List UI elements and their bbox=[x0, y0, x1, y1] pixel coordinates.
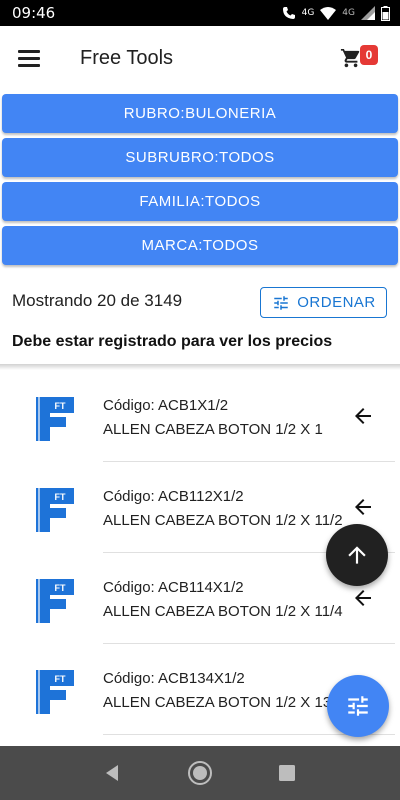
svg-text:FT: FT bbox=[55, 583, 66, 593]
free-tools-logo-icon: FT bbox=[36, 670, 74, 714]
svg-text:FT: FT bbox=[55, 401, 66, 411]
app-bar: Free Tools 0 bbox=[0, 26, 400, 90]
cart-button[interactable]: 0 bbox=[340, 43, 384, 73]
filter-rubro-button[interactable]: RUBRO:BULONERIA bbox=[2, 94, 398, 133]
free-tools-logo-icon: FT bbox=[36, 579, 74, 623]
home-circle-icon[interactable] bbox=[185, 758, 215, 788]
tune-icon bbox=[348, 696, 368, 716]
list-item[interactable]: FT Código: ACB1X1/2 ALLEN CABEZA BOTON 1… bbox=[0, 370, 400, 462]
free-tools-logo-icon: FT bbox=[36, 488, 74, 532]
cart-count-badge: 0 bbox=[360, 45, 378, 65]
arrow-left-icon[interactable] bbox=[351, 495, 375, 519]
product-code: Código: ACB112X1/2 bbox=[103, 488, 244, 505]
shopping-cart-icon bbox=[340, 48, 360, 68]
arrow-left-icon[interactable] bbox=[351, 404, 375, 428]
free-tools-logo-icon: FT bbox=[36, 397, 74, 441]
arrow-left-icon[interactable] bbox=[351, 586, 375, 610]
filter-fab-button[interactable] bbox=[327, 675, 389, 737]
product-description: ALLEN CABEZA BOTON 1/2 X 1 bbox=[103, 421, 323, 438]
product-description: ALLEN CABEZA BOTON 1/2 X 11/4 bbox=[103, 603, 343, 620]
status-bar: 09:46 4G 4G bbox=[0, 0, 400, 26]
battery-icon bbox=[381, 5, 390, 21]
filter-buttons: RUBRO:BULONERIA SUBRUBRO:TODOS FAMILIA:T… bbox=[2, 94, 398, 270]
scroll-to-top-button[interactable] bbox=[326, 524, 388, 586]
network-type-left: 4G bbox=[301, 8, 315, 18]
wifi-icon bbox=[320, 6, 337, 20]
results-count-text: Mostrando 20 de 3149 bbox=[12, 291, 183, 310]
tune-icon bbox=[274, 295, 288, 310]
product-description: ALLEN CABEZA BOTON 1/2 X 11/2 bbox=[103, 512, 343, 529]
order-button[interactable]: ORDENAR bbox=[260, 287, 387, 318]
phone-icon bbox=[282, 7, 295, 19]
product-code: Código: ACB134X1/2 bbox=[103, 670, 245, 687]
network-type-right: 4G bbox=[342, 8, 355, 18]
arrow-up-icon bbox=[348, 546, 366, 564]
filter-familia-button[interactable]: FAMILIA:TODOS bbox=[2, 182, 398, 221]
product-description: ALLEN CABEZA BOTON 1/2 X 13/4 bbox=[103, 694, 344, 711]
hamburger-menu-icon[interactable] bbox=[18, 45, 44, 71]
svg-text:FT: FT bbox=[55, 674, 66, 684]
signal-icon bbox=[361, 6, 375, 20]
app-title: Free Tools bbox=[80, 46, 174, 69]
filter-marca-button[interactable]: MARCA:TODOS bbox=[2, 226, 398, 265]
product-code: Código: ACB1X1/2 bbox=[103, 397, 229, 414]
status-time: 09:46 bbox=[12, 4, 56, 22]
filter-subrubro-button[interactable]: SUBRUBRO:TODOS bbox=[2, 138, 398, 177]
back-triangle-icon[interactable] bbox=[98, 758, 128, 788]
registration-notice: Debe estar registrado para ver los preci… bbox=[12, 333, 333, 350]
order-button-label: ORDENAR bbox=[297, 294, 376, 311]
svg-text:FT: FT bbox=[55, 492, 66, 502]
recents-square-icon[interactable] bbox=[272, 758, 302, 788]
status-icons: 4G 4G bbox=[282, 5, 390, 21]
system-nav-bar bbox=[0, 746, 400, 800]
product-code: Código: ACB114X1/2 bbox=[103, 579, 244, 596]
